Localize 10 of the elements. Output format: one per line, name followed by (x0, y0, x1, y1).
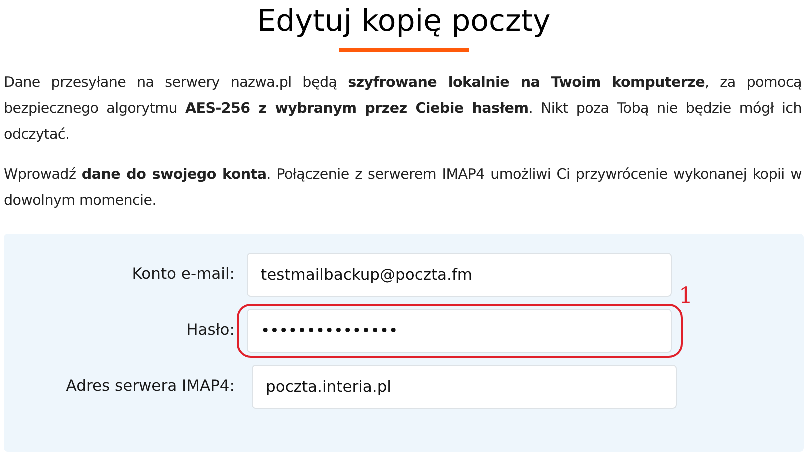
info-paragraph: Dane przesyłane na serwery nazwa.pl będą szyfrowane lokalnie na Twoim komputerze, za pomocą bezpiecznego algorytmu AES-256 z wybranym przez Ciebie hasłem. Nikt poza Tobą nie będzie mógł ich odczytać. (4, 74, 802, 145)
field-label: Hasło: (186, 320, 236, 342)
page-title: Edytuj kopię poczty (257, 3, 551, 41)
field-label: Adres serwera IMAP4: (65, 376, 236, 398)
input-field[interactable]: ••••••••••••••• (247, 309, 672, 353)
info-paragraph: Wprowadź dane do swojego konta. Połączenie z serwerem IMAP4 umożliwi Ci przywrócenie wykonanej kopii w dowolnym momencie. (4, 166, 802, 211)
field-label: Konto e-mail: (131, 264, 236, 286)
annotation-number: 1 (679, 285, 693, 309)
input-field[interactable]: poczta.interia.pl (252, 365, 677, 409)
input-field[interactable]: testmailbackup@poczta.fm (247, 253, 672, 297)
